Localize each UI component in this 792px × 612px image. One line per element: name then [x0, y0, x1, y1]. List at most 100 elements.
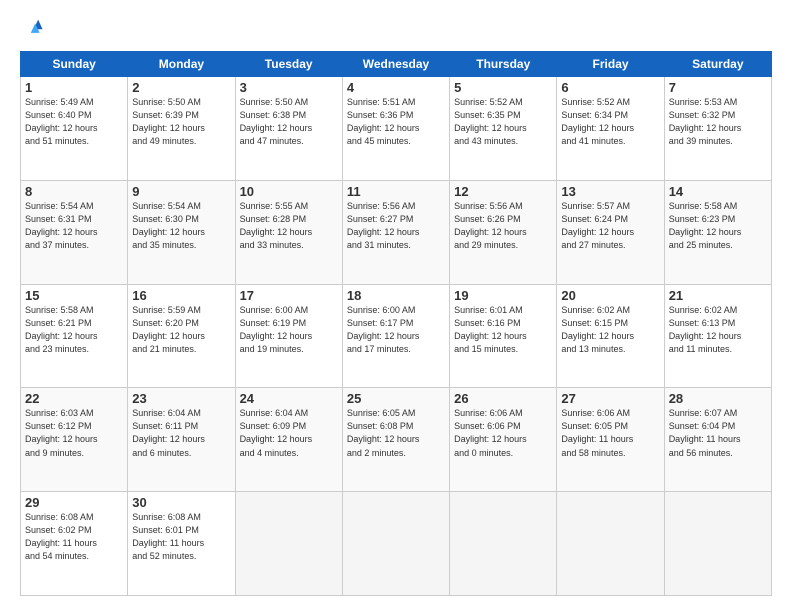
calendar-day-cell: 29Sunrise: 6:08 AM Sunset: 6:02 PM Dayli…: [21, 492, 128, 596]
day-info: Sunrise: 6:03 AM Sunset: 6:12 PM Dayligh…: [25, 407, 123, 459]
day-info: Sunrise: 6:07 AM Sunset: 6:04 PM Dayligh…: [669, 407, 767, 459]
header: [20, 16, 772, 43]
column-header-friday: Friday: [557, 52, 664, 77]
calendar-week-row: 22Sunrise: 6:03 AM Sunset: 6:12 PM Dayli…: [21, 388, 772, 492]
calendar-day-cell: [342, 492, 449, 596]
day-number: 29: [25, 495, 123, 510]
day-number: 15: [25, 288, 123, 303]
calendar-day-cell: 19Sunrise: 6:01 AM Sunset: 6:16 PM Dayli…: [450, 284, 557, 388]
logo-icon: [22, 16, 44, 38]
day-info: Sunrise: 5:58 AM Sunset: 6:23 PM Dayligh…: [669, 200, 767, 252]
day-number: 11: [347, 184, 445, 199]
day-info: Sunrise: 5:59 AM Sunset: 6:20 PM Dayligh…: [132, 304, 230, 356]
calendar-week-row: 29Sunrise: 6:08 AM Sunset: 6:02 PM Dayli…: [21, 492, 772, 596]
calendar-week-row: 8Sunrise: 5:54 AM Sunset: 6:31 PM Daylig…: [21, 180, 772, 284]
day-info: Sunrise: 5:51 AM Sunset: 6:36 PM Dayligh…: [347, 96, 445, 148]
day-info: Sunrise: 5:54 AM Sunset: 6:30 PM Dayligh…: [132, 200, 230, 252]
calendar-day-cell: 3Sunrise: 5:50 AM Sunset: 6:38 PM Daylig…: [235, 77, 342, 181]
day-info: Sunrise: 5:56 AM Sunset: 6:26 PM Dayligh…: [454, 200, 552, 252]
day-info: Sunrise: 6:06 AM Sunset: 6:06 PM Dayligh…: [454, 407, 552, 459]
day-info: Sunrise: 6:06 AM Sunset: 6:05 PM Dayligh…: [561, 407, 659, 459]
calendar-day-cell: 30Sunrise: 6:08 AM Sunset: 6:01 PM Dayli…: [128, 492, 235, 596]
day-info: Sunrise: 6:08 AM Sunset: 6:01 PM Dayligh…: [132, 511, 230, 563]
day-number: 18: [347, 288, 445, 303]
calendar-week-row: 15Sunrise: 5:58 AM Sunset: 6:21 PM Dayli…: [21, 284, 772, 388]
calendar-week-row: 1Sunrise: 5:49 AM Sunset: 6:40 PM Daylig…: [21, 77, 772, 181]
day-info: Sunrise: 5:54 AM Sunset: 6:31 PM Dayligh…: [25, 200, 123, 252]
day-number: 3: [240, 80, 338, 95]
calendar-day-cell: 6Sunrise: 5:52 AM Sunset: 6:34 PM Daylig…: [557, 77, 664, 181]
calendar-day-cell: 8Sunrise: 5:54 AM Sunset: 6:31 PM Daylig…: [21, 180, 128, 284]
day-number: 21: [669, 288, 767, 303]
calendar-day-cell: [235, 492, 342, 596]
calendar-day-cell: 20Sunrise: 6:02 AM Sunset: 6:15 PM Dayli…: [557, 284, 664, 388]
day-number: 26: [454, 391, 552, 406]
calendar-day-cell: [450, 492, 557, 596]
logo: [20, 16, 44, 43]
calendar-day-cell: 7Sunrise: 5:53 AM Sunset: 6:32 PM Daylig…: [664, 77, 771, 181]
calendar-day-cell: 27Sunrise: 6:06 AM Sunset: 6:05 PM Dayli…: [557, 388, 664, 492]
day-number: 19: [454, 288, 552, 303]
calendar-day-cell: 28Sunrise: 6:07 AM Sunset: 6:04 PM Dayli…: [664, 388, 771, 492]
day-info: Sunrise: 5:58 AM Sunset: 6:21 PM Dayligh…: [25, 304, 123, 356]
day-number: 13: [561, 184, 659, 199]
day-info: Sunrise: 6:00 AM Sunset: 6:19 PM Dayligh…: [240, 304, 338, 356]
calendar-day-cell: 10Sunrise: 5:55 AM Sunset: 6:28 PM Dayli…: [235, 180, 342, 284]
column-header-sunday: Sunday: [21, 52, 128, 77]
calendar-day-cell: 15Sunrise: 5:58 AM Sunset: 6:21 PM Dayli…: [21, 284, 128, 388]
calendar-day-cell: 23Sunrise: 6:04 AM Sunset: 6:11 PM Dayli…: [128, 388, 235, 492]
day-info: Sunrise: 6:04 AM Sunset: 6:09 PM Dayligh…: [240, 407, 338, 459]
calendar-day-cell: 1Sunrise: 5:49 AM Sunset: 6:40 PM Daylig…: [21, 77, 128, 181]
column-header-saturday: Saturday: [664, 52, 771, 77]
day-info: Sunrise: 5:50 AM Sunset: 6:39 PM Dayligh…: [132, 96, 230, 148]
column-header-thursday: Thursday: [450, 52, 557, 77]
day-info: Sunrise: 5:49 AM Sunset: 6:40 PM Dayligh…: [25, 96, 123, 148]
day-info: Sunrise: 5:52 AM Sunset: 6:34 PM Dayligh…: [561, 96, 659, 148]
day-info: Sunrise: 5:55 AM Sunset: 6:28 PM Dayligh…: [240, 200, 338, 252]
calendar-day-cell: 16Sunrise: 5:59 AM Sunset: 6:20 PM Dayli…: [128, 284, 235, 388]
calendar-day-cell: 14Sunrise: 5:58 AM Sunset: 6:23 PM Dayli…: [664, 180, 771, 284]
day-info: Sunrise: 6:02 AM Sunset: 6:13 PM Dayligh…: [669, 304, 767, 356]
day-info: Sunrise: 6:05 AM Sunset: 6:08 PM Dayligh…: [347, 407, 445, 459]
day-number: 20: [561, 288, 659, 303]
day-number: 24: [240, 391, 338, 406]
day-info: Sunrise: 5:53 AM Sunset: 6:32 PM Dayligh…: [669, 96, 767, 148]
calendar-day-cell: 21Sunrise: 6:02 AM Sunset: 6:13 PM Dayli…: [664, 284, 771, 388]
calendar-day-cell: 18Sunrise: 6:00 AM Sunset: 6:17 PM Dayli…: [342, 284, 449, 388]
day-number: 5: [454, 80, 552, 95]
day-number: 27: [561, 391, 659, 406]
day-number: 30: [132, 495, 230, 510]
calendar-day-cell: 12Sunrise: 5:56 AM Sunset: 6:26 PM Dayli…: [450, 180, 557, 284]
calendar-day-cell: 13Sunrise: 5:57 AM Sunset: 6:24 PM Dayli…: [557, 180, 664, 284]
calendar-day-cell: 4Sunrise: 5:51 AM Sunset: 6:36 PM Daylig…: [342, 77, 449, 181]
calendar-day-cell: 2Sunrise: 5:50 AM Sunset: 6:39 PM Daylig…: [128, 77, 235, 181]
calendar-day-cell: 5Sunrise: 5:52 AM Sunset: 6:35 PM Daylig…: [450, 77, 557, 181]
day-number: 28: [669, 391, 767, 406]
day-info: Sunrise: 6:02 AM Sunset: 6:15 PM Dayligh…: [561, 304, 659, 356]
day-number: 12: [454, 184, 552, 199]
calendar-day-cell: [664, 492, 771, 596]
calendar-day-cell: 26Sunrise: 6:06 AM Sunset: 6:06 PM Dayli…: [450, 388, 557, 492]
day-info: Sunrise: 5:56 AM Sunset: 6:27 PM Dayligh…: [347, 200, 445, 252]
column-header-monday: Monday: [128, 52, 235, 77]
calendar-day-cell: 24Sunrise: 6:04 AM Sunset: 6:09 PM Dayli…: [235, 388, 342, 492]
day-number: 14: [669, 184, 767, 199]
day-number: 25: [347, 391, 445, 406]
day-number: 4: [347, 80, 445, 95]
calendar-day-cell: 17Sunrise: 6:00 AM Sunset: 6:19 PM Dayli…: [235, 284, 342, 388]
day-number: 10: [240, 184, 338, 199]
day-number: 8: [25, 184, 123, 199]
day-info: Sunrise: 5:57 AM Sunset: 6:24 PM Dayligh…: [561, 200, 659, 252]
day-number: 2: [132, 80, 230, 95]
day-number: 23: [132, 391, 230, 406]
page: SundayMondayTuesdayWednesdayThursdayFrid…: [0, 0, 792, 612]
calendar-day-cell: [557, 492, 664, 596]
calendar-day-cell: 22Sunrise: 6:03 AM Sunset: 6:12 PM Dayli…: [21, 388, 128, 492]
calendar-header-row: SundayMondayTuesdayWednesdayThursdayFrid…: [21, 52, 772, 77]
day-info: Sunrise: 5:52 AM Sunset: 6:35 PM Dayligh…: [454, 96, 552, 148]
day-number: 22: [25, 391, 123, 406]
day-info: Sunrise: 6:08 AM Sunset: 6:02 PM Dayligh…: [25, 511, 123, 563]
calendar-table: SundayMondayTuesdayWednesdayThursdayFrid…: [20, 51, 772, 596]
day-info: Sunrise: 6:01 AM Sunset: 6:16 PM Dayligh…: [454, 304, 552, 356]
day-info: Sunrise: 6:00 AM Sunset: 6:17 PM Dayligh…: [347, 304, 445, 356]
